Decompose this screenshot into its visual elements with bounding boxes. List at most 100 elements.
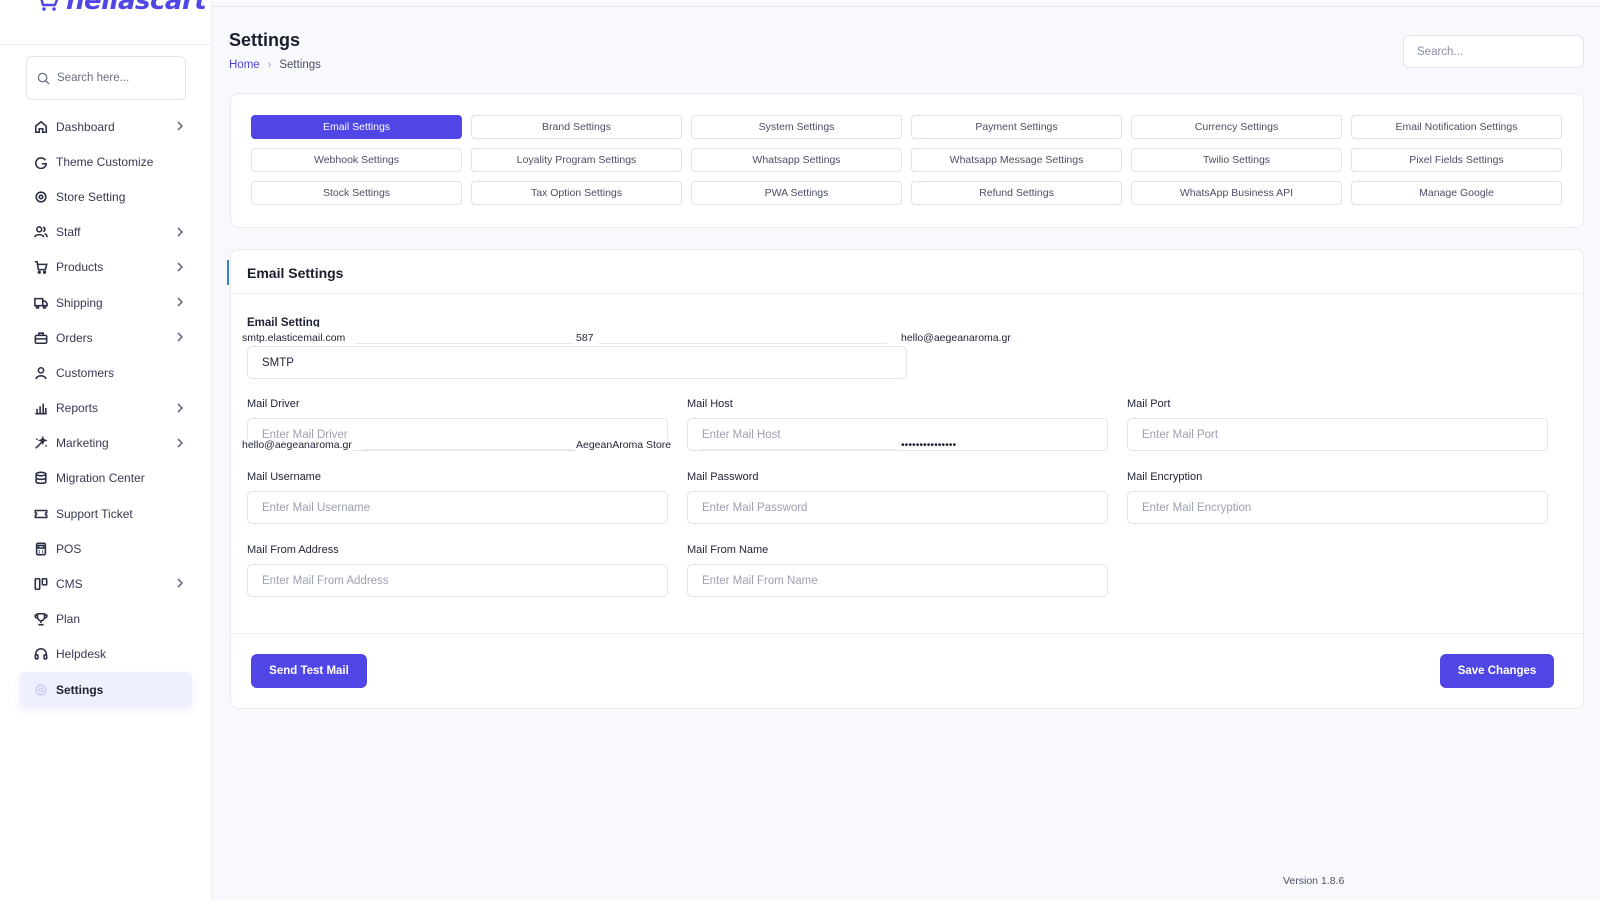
cart-icon [33, 260, 48, 275]
sidebar-item-label: Settings [56, 682, 104, 697]
ticket-icon [33, 506, 48, 521]
sidebar-item-label: Products [56, 260, 104, 275]
tab-pwa-settings[interactable]: PWA Settings [691, 181, 902, 205]
breadcrumb: Home › Settings [229, 59, 321, 71]
sidebar-item-theme-customize[interactable]: Theme Customize [20, 144, 192, 179]
tab-brand-settings[interactable]: Brand Settings [471, 115, 682, 139]
trophy-icon [33, 612, 48, 627]
settings-tabs: Email Settings Brand Settings System Set… [251, 115, 1562, 205]
email-setting-label: Email Setting [247, 317, 320, 327]
mail-host-input[interactable] [687, 418, 1108, 451]
mail-from-address-input[interactable] [247, 564, 668, 597]
top-search-input[interactable] [1403, 35, 1584, 68]
sidebar-item-label: Dashboard [56, 119, 115, 134]
sidebar-item-shipping[interactable]: Shipping [20, 285, 192, 320]
sidebar-item-products[interactable]: Products [20, 250, 192, 285]
tab-pixel-fields-settings[interactable]: Pixel Fields Settings [1351, 148, 1562, 172]
sidebar-item-reports[interactable]: Reports [20, 391, 192, 426]
search-icon [37, 72, 50, 85]
card-accent-bar [227, 260, 229, 285]
autofill-port-value: 587 [576, 332, 594, 344]
tab-manage-google[interactable]: Manage Google [1351, 181, 1562, 205]
settings-tabs-card: Email Settings Brand Settings System Set… [230, 93, 1584, 228]
tab-loyality-program-settings[interactable]: Loyality Program Settings [471, 148, 682, 172]
truck-icon [33, 295, 48, 310]
tab-tax-option-settings[interactable]: Tax Option Settings [471, 181, 682, 205]
header-divider [212, 6, 1600, 7]
mail-from-address-label: Mail From Address [247, 544, 339, 556]
tab-currency-settings[interactable]: Currency Settings [1131, 115, 1342, 139]
sidebar-item-settings[interactable]: Settings [20, 672, 192, 708]
tab-whatsapp-business-api[interactable]: WhatsApp Business API [1131, 181, 1342, 205]
users-icon [33, 225, 48, 240]
palette-icon [33, 154, 48, 169]
sidebar-item-helpdesk[interactable]: Helpdesk [20, 637, 192, 672]
mail-port-label: Mail Port [1127, 398, 1171, 410]
autofill-divider [355, 343, 573, 344]
cms-icon [33, 577, 48, 592]
settings-icon [33, 682, 48, 697]
tab-whatsapp-settings[interactable]: Whatsapp Settings [691, 148, 902, 172]
sidebar-item-label: Staff [56, 225, 81, 240]
sidebar-item-staff[interactable]: Staff [20, 215, 192, 250]
tab-stock-settings[interactable]: Stock Settings [251, 181, 462, 205]
mail-from-name-input[interactable] [687, 564, 1108, 597]
sidebar-item-support-ticket[interactable]: Support Ticket [20, 496, 192, 531]
mail-from-name-label: Mail From Name [687, 544, 769, 556]
send-test-mail-button[interactable]: Send Test Mail [251, 654, 367, 688]
save-changes-button[interactable]: Save Changes [1440, 654, 1554, 688]
card-header-divider [231, 293, 1583, 294]
mail-encryption-input[interactable] [1127, 491, 1548, 524]
sparkle-icon [33, 436, 48, 451]
sidebar-item-marketing[interactable]: Marketing [20, 426, 192, 461]
sidebar-item-label: Shipping [56, 295, 103, 310]
breadcrumb-home-link[interactable]: Home [229, 59, 260, 71]
brand-name: hellascart [66, 0, 207, 16]
tab-payment-settings[interactable]: Payment Settings [911, 115, 1122, 139]
card-title: Email Settings [247, 265, 344, 281]
chevron-right-icon [174, 296, 186, 308]
sidebar-item-label: Helpdesk [56, 647, 107, 662]
autofill-host-value: smtp.elasticemail.com [242, 332, 346, 344]
sidebar-search[interactable]: Search here... [26, 56, 186, 100]
tab-refund-settings[interactable]: Refund Settings [911, 181, 1122, 205]
tab-email-notification-settings[interactable]: Email Notification Settings [1351, 115, 1562, 139]
sidebar-item-label: POS [56, 541, 82, 556]
sidebar-item-orders[interactable]: Orders [20, 320, 192, 355]
sidebar-divider [0, 44, 212, 45]
home-icon [33, 119, 48, 134]
mail-driver-select[interactable]: SMTP [247, 346, 907, 379]
email-settings-card: Email Settings Email Setting smtp.elasti… [227, 249, 1584, 709]
sidebar-item-cms[interactable]: CMS [20, 566, 192, 601]
tab-twilio-settings[interactable]: Twilio Settings [1131, 148, 1342, 172]
autofill-password-value: ••••••••••••••• [901, 439, 957, 451]
chevron-right-icon [174, 577, 186, 589]
sidebar-item-customers[interactable]: Customers [20, 355, 192, 390]
sidebar-item-dashboard[interactable]: Dashboard [20, 109, 192, 144]
sidebar-item-label: CMS [56, 577, 83, 592]
mail-password-label: Mail Password [687, 471, 759, 483]
tab-email-settings[interactable]: Email Settings [251, 115, 462, 139]
sidebar-item-migration-center[interactable]: Migration Center [20, 461, 192, 496]
headset-icon [33, 647, 48, 662]
sidebar-item-label: Theme Customize [56, 154, 154, 169]
sidebar-item-pos[interactable]: POS [20, 531, 192, 566]
autofill-from-address-value: hello@aegeanaroma.gr [242, 439, 352, 451]
chevron-right-icon [174, 226, 186, 238]
sidebar-item-store-setting[interactable]: Store Setting [20, 179, 192, 214]
mail-username-input[interactable] [247, 491, 668, 524]
chevron-right-icon [174, 402, 186, 414]
tab-whatsapp-message-settings[interactable]: Whatsapp Message Settings [911, 148, 1122, 172]
autofill-username-value: hello@aegeanaroma.gr [901, 332, 1011, 344]
tab-webhook-settings[interactable]: Webhook Settings [251, 148, 462, 172]
breadcrumb-separator: › [267, 59, 272, 71]
brand-logo[interactable]: hellascart [34, 0, 207, 16]
sidebar-item-label: Store Setting [56, 189, 126, 204]
tab-system-settings[interactable]: System Settings [691, 115, 902, 139]
chevron-right-icon [174, 331, 186, 343]
sidebar-item-label: Reports [56, 401, 99, 416]
mail-password-input[interactable] [687, 491, 1108, 524]
sidebar-nav: Dashboard Theme Customize Store Setting … [20, 109, 192, 708]
sidebar-item-plan[interactable]: Plan [20, 602, 192, 637]
mail-port-input[interactable] [1127, 418, 1548, 451]
